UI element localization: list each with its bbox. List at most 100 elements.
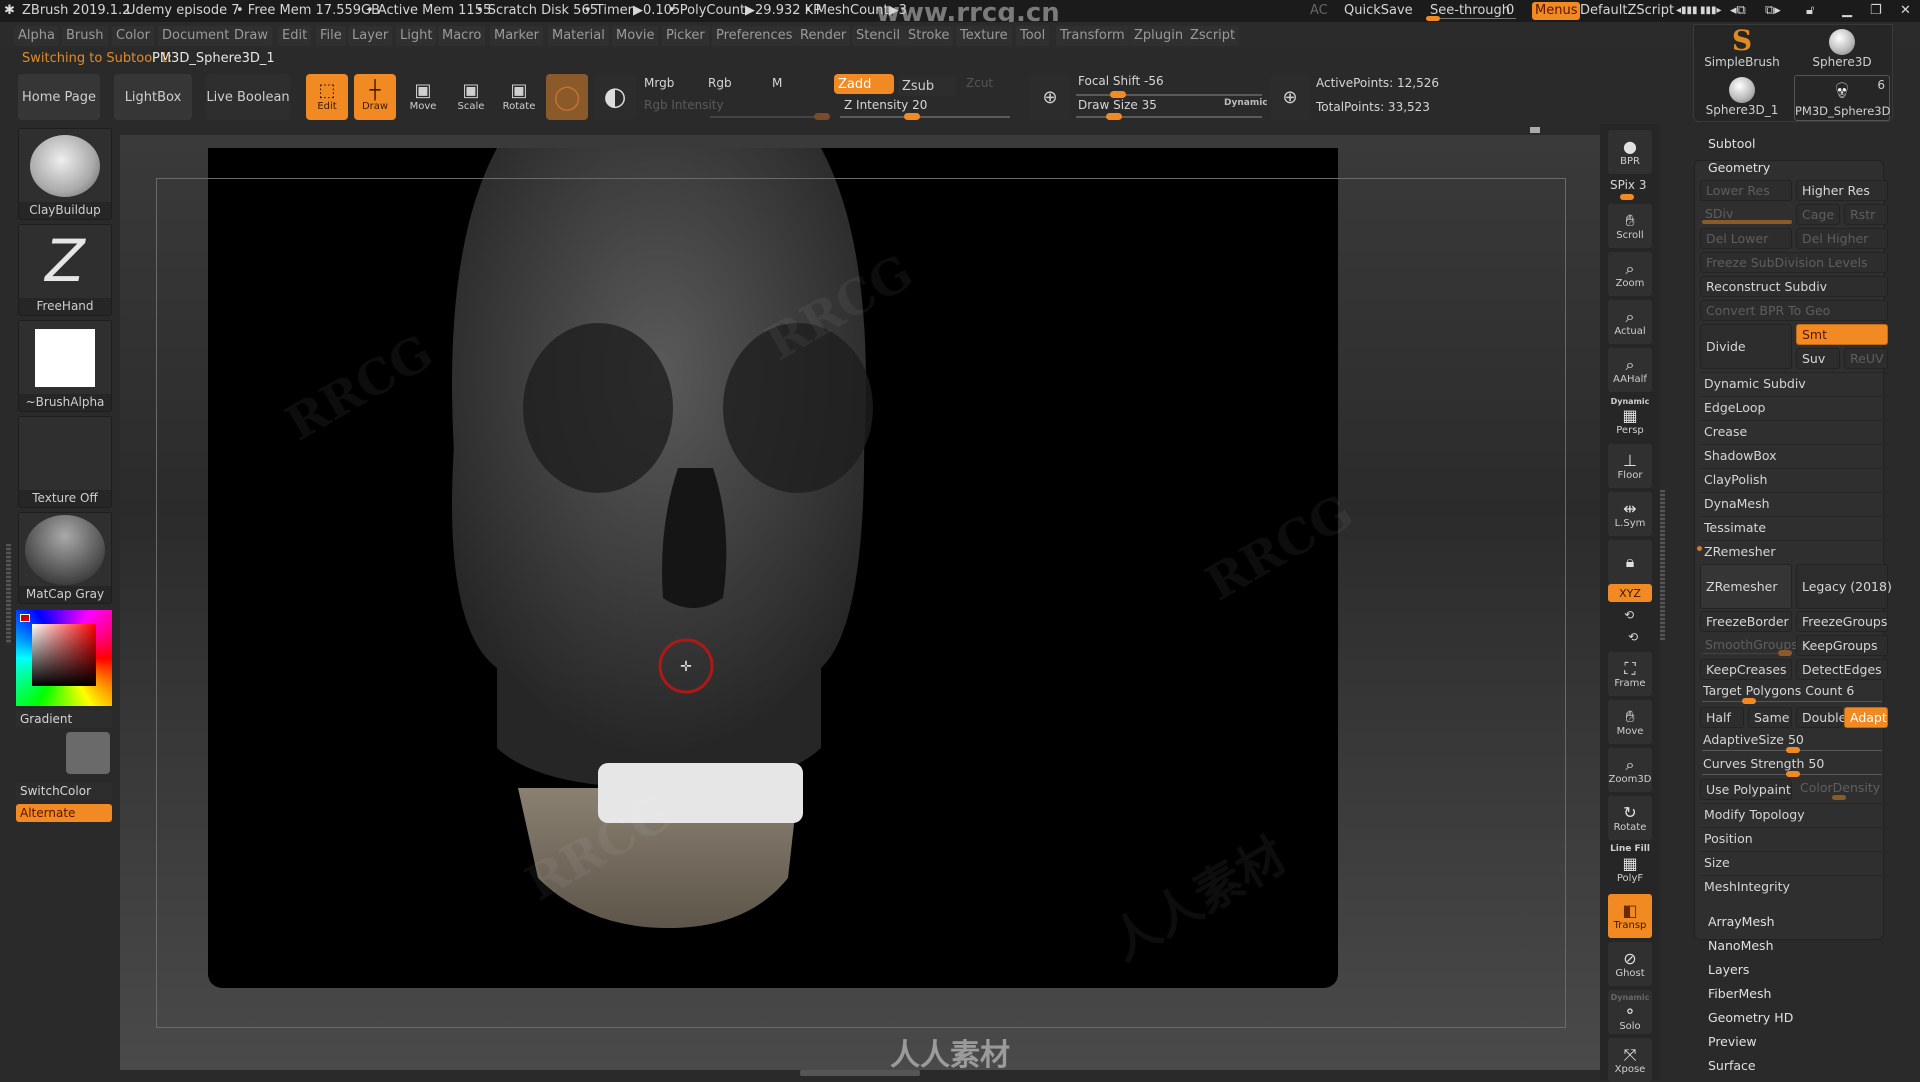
bottom-tray-handle[interactable] [800,1070,920,1076]
live-boolean-button[interactable]: Live Boolean [206,74,290,120]
menu-layer[interactable]: Layer [348,26,393,46]
move-button[interactable]: ▣ Move [402,74,444,120]
crease-section[interactable]: Crease [1700,420,1888,442]
primary-color-swatch[interactable] [20,614,30,622]
minimize-icon[interactable]: ▁ [1842,0,1852,22]
modify-topology-section[interactable]: Modify Topology [1700,803,1888,825]
freezeborder-button[interactable]: FreezeBorder [1700,611,1792,632]
zoom3d-button[interactable]: ⌕ Zoom3D [1608,748,1652,792]
polyf-button[interactable]: Line Fill ▦ PolyF [1608,842,1652,886]
tool-sphere3d[interactable]: Sphere3D [1794,27,1890,73]
adapt-toggle[interactable]: Adapt [1844,707,1888,728]
ac-button[interactable]: AC [1310,0,1328,22]
scroll-button[interactable]: ✋︎ Scroll [1608,204,1652,248]
alpha-selector[interactable]: ~BrushAlpha [18,320,112,412]
menu-macro[interactable]: Macro [438,26,486,46]
floor-button[interactable]: ⊥ Floor [1608,444,1652,488]
alternate-button[interactable]: Alternate [16,804,112,822]
half-button[interactable]: Half [1700,707,1744,728]
geometry-header[interactable]: Geometry [1708,160,1770,175]
switchcolor-button[interactable]: SwitchColor [16,782,112,800]
menu-preferences[interactable]: Preferences [712,26,797,46]
rgb-intensity-slider[interactable] [710,116,830,118]
menu-brush[interactable]: Brush [62,26,108,46]
dock-right-icon[interactable]: ⧉▸ [1765,0,1781,22]
lower-res-button[interactable]: Lower Res [1700,180,1792,201]
curves-strength-knob[interactable] [1786,771,1800,777]
surface-section[interactable]: Surface [1708,1058,1756,1073]
freezegroups-button[interactable]: FreezeGroups [1796,611,1888,632]
reconstruct-subdiv-button[interactable]: Reconstruct Subdiv [1700,276,1888,297]
menu-movie[interactable]: Movie [612,26,659,46]
lock-icon[interactable]: 🔓︎ [1806,0,1814,22]
mrgb-button[interactable]: Mrgb [644,76,674,90]
sculptris-button[interactable]: ◯ [546,74,588,120]
higher-res-button[interactable]: Higher Res [1796,180,1888,201]
lsym-button[interactable]: ⇹ L.Sym [1608,492,1652,536]
meshintegrity-section[interactable]: MeshIntegrity [1700,875,1888,897]
home-page-button[interactable]: Home Page [18,74,100,120]
arraymesh-section[interactable]: ArrayMesh [1708,914,1775,929]
focal-shift-knob[interactable] [1110,91,1126,98]
zadd-button[interactable]: Zadd [834,74,894,94]
ghost-button[interactable]: ⊘ Ghost [1608,942,1652,986]
move-view-button[interactable]: ✋︎ Move [1608,700,1652,744]
zcut-button[interactable]: Zcut [966,76,993,90]
claypolish-section[interactable]: ClayPolish [1700,468,1888,490]
rotate-button[interactable]: ▣ Rotate [498,74,540,120]
tessimate-section[interactable]: Tessimate [1700,516,1888,538]
position-section[interactable]: Position [1700,827,1888,849]
tool-pm3d-sphere3d[interactable]: 💀︎ PM3D_Sphere3D 6 [1794,75,1890,121]
gradient-button[interactable]: Gradient [16,710,112,728]
menu-zplugin[interactable]: Zplugin [1130,26,1188,46]
color-density-knob[interactable] [1832,795,1846,800]
close-icon[interactable]: ✕ [1900,0,1911,22]
smt-toggle[interactable]: Smt [1796,324,1888,345]
zoom-button[interactable]: ⌕ Zoom [1608,252,1652,296]
scroll-left-icon[interactable]: ◂▮▮▮ [1676,0,1698,22]
xyz-rotate-button[interactable]: XYZ [1608,584,1652,602]
dynamic-toggle[interactable]: Dynamic [1224,98,1268,108]
dynamic-size-icon[interactable]: ⊕ [1270,74,1310,120]
dock-left-icon[interactable]: ◂⧉ [1730,0,1746,22]
scale-button[interactable]: ▣ Scale [450,74,492,120]
rotate-view-button[interactable]: ↻ Rotate [1608,796,1652,840]
sdiv-slider-track[interactable] [1702,220,1792,224]
draw-size-knob[interactable] [1106,113,1122,120]
cage-button[interactable]: Cage [1796,204,1840,225]
target-polygons-knob[interactable] [1742,698,1756,704]
xpose-button[interactable]: ⤧ Xpose [1608,1038,1652,1082]
menu-alpha[interactable]: Alpha [14,26,59,46]
suv-toggle[interactable]: Suv [1796,348,1840,369]
double-button[interactable]: Double [1796,707,1846,728]
shadowbox-section[interactable]: ShadowBox [1700,444,1888,466]
menu-transform[interactable]: Transform [1056,26,1129,46]
menu-light[interactable]: Light [396,26,437,46]
menus-toggle[interactable]: Menus [1532,2,1581,20]
detectedges-button[interactable]: DetectEdges [1796,659,1888,680]
menu-render[interactable]: Render [796,26,851,46]
menu-marker[interactable]: Marker [490,26,543,46]
aahalf-button[interactable]: ⌕ AAHalf [1608,348,1652,392]
keepcreases-button[interactable]: KeepCreases [1700,659,1792,680]
color-saturation-square[interactable] [32,624,96,686]
menu-draw[interactable]: Draw [230,26,272,46]
preview-section[interactable]: Preview [1708,1034,1757,1049]
tool-simplebrush[interactable]: S SimpleBrush [1694,27,1790,73]
adaptive-size-knob[interactable] [1786,747,1800,753]
actual-button[interactable]: ⌕ Actual [1608,300,1652,344]
bpr-button[interactable]: ● BPR [1608,130,1652,174]
subtool-header[interactable]: Subtool [1708,136,1755,151]
z-intensity-knob[interactable] [904,113,920,120]
local-lock-button[interactable]: 🔒︎ [1608,540,1652,584]
menu-color[interactable]: Color [112,26,154,46]
focal-shift-lazy-icon[interactable]: ⊕ [1030,74,1070,120]
right-tray-handle[interactable] [1660,490,1665,640]
transp-button[interactable]: ◧ Transp [1608,894,1652,938]
menu-document[interactable]: Document [158,26,234,46]
menu-texture[interactable]: Texture [956,26,1012,46]
target-polygons-slider[interactable] [1702,701,1882,702]
left-tray-handle[interactable] [6,544,11,644]
fibermesh-section[interactable]: FiberMesh [1708,986,1771,1001]
menu-edit[interactable]: Edit [278,26,312,46]
